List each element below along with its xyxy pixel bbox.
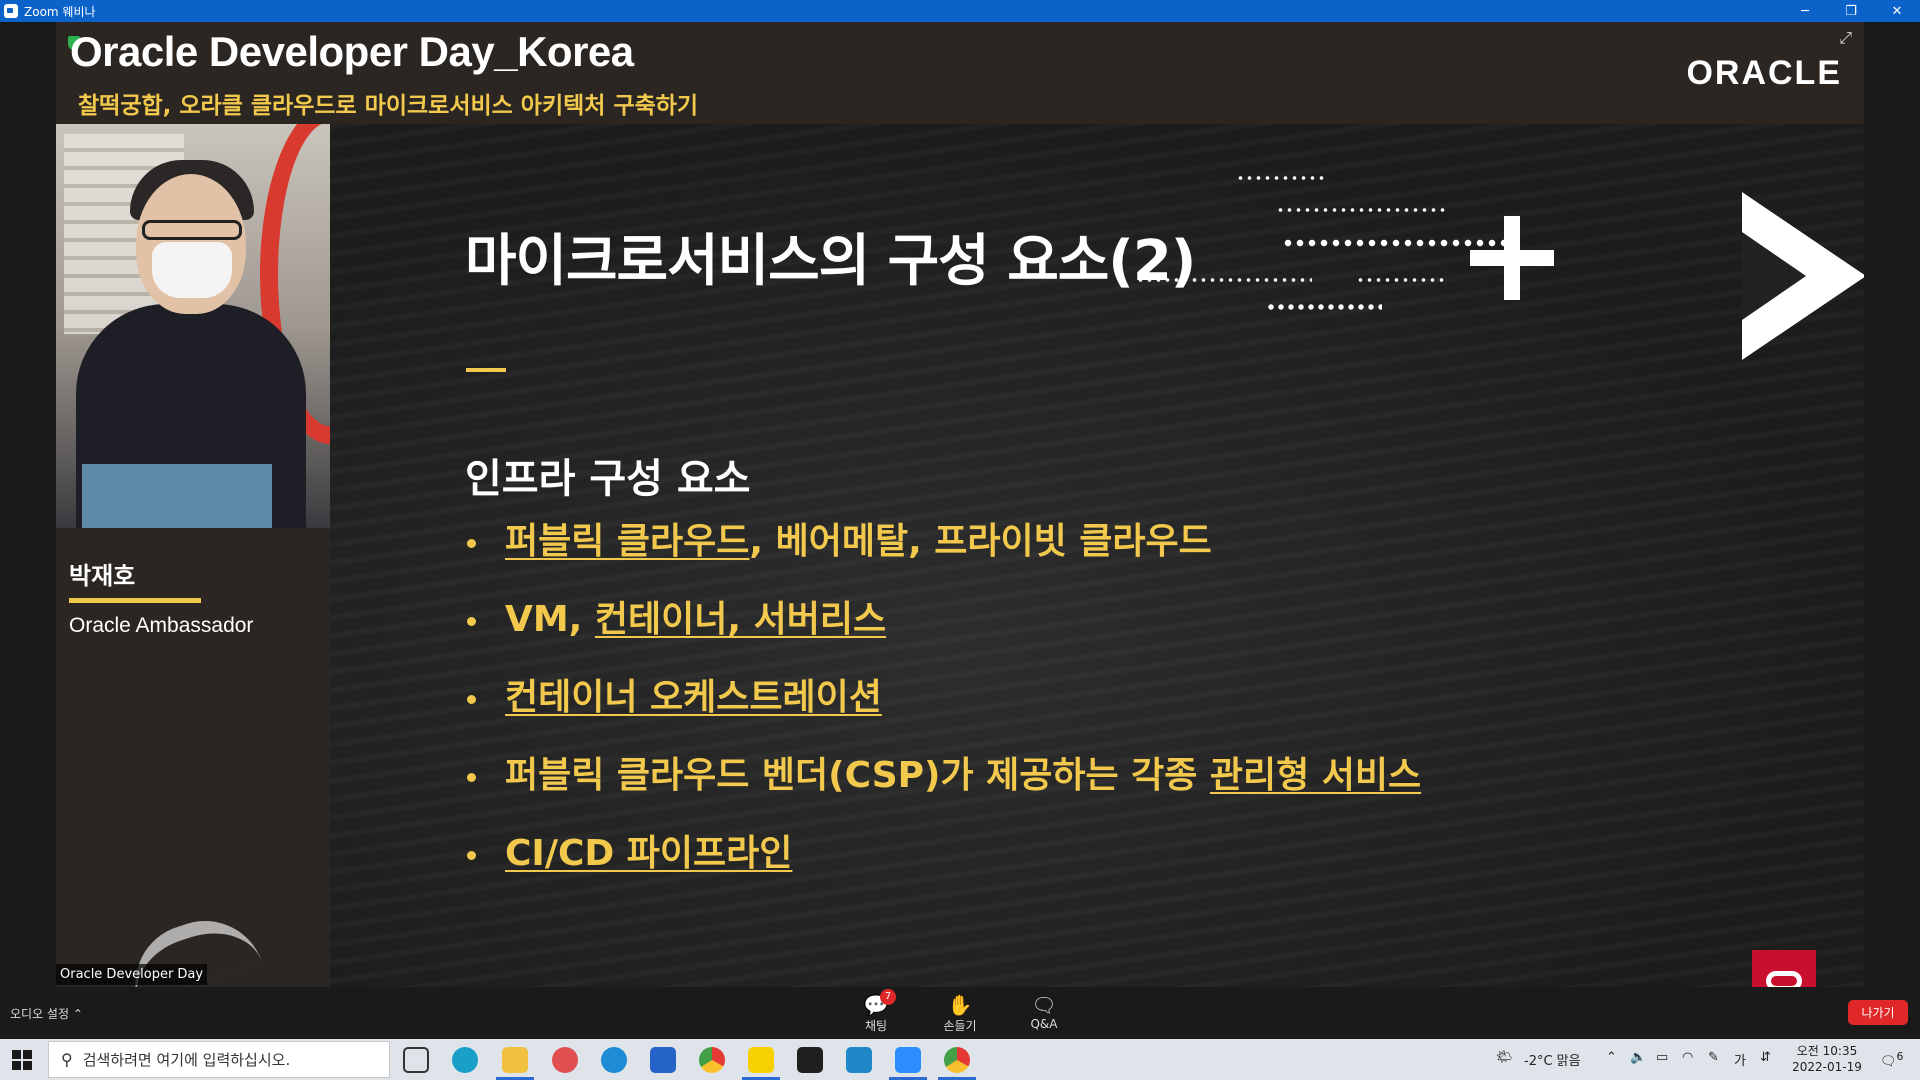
laptop-with-stickers: [82, 464, 272, 528]
display-icon[interactable]: ▭: [1656, 1050, 1668, 1065]
webinar-view: Oracle Developer Day_Korea 찰떡궁합, 오라클 클라우…: [0, 22, 1920, 987]
video-label: Oracle Developer Day: [56, 964, 208, 985]
chat-unread-badge: 7: [880, 989, 896, 1005]
search-placeholder: 검색하려면 여기에 입력하십시오.: [82, 1051, 291, 1069]
slide-title: 마이크로서비스의 구성 요소(2): [465, 229, 1196, 294]
raise-hand-label: 손들기: [943, 1019, 977, 1033]
presentation-slide: 마이크로서비스의 구성 요소(2) 인프라 구성 요소 퍼블릭 클라우드, 베어…: [330, 124, 1864, 987]
taskbar-search[interactable]: ⚲ 검색하려면 여기에 입력하십시오.: [48, 1041, 390, 1078]
bullet-text: , 베어메탈, 프라이빗 클라우드: [749, 521, 1212, 562]
terminal-icon[interactable]: [797, 1047, 823, 1073]
kakaotalk-icon[interactable]: [748, 1047, 774, 1073]
search-icon: ⚲: [61, 1050, 73, 1069]
ime-indicator[interactable]: 가: [1734, 1050, 1746, 1069]
dotted-line-decoration: [1356, 278, 1444, 282]
volume-icon[interactable]: 🔈: [1630, 1050, 1646, 1065]
bullet-text-underlined: CI/CD 파이프라인: [505, 833, 793, 874]
dotted-line-decoration: [1236, 176, 1324, 180]
speaker-video: [56, 124, 330, 528]
qa-icon: 🗨: [1031, 993, 1057, 1017]
dotted-line-decoration: [1136, 278, 1312, 282]
bullet-item: 퍼블릭 클라우드, 베어메탈, 프라이빗 클라우드: [465, 518, 1421, 596]
clock-date: 2022-01-19: [1792, 1060, 1862, 1074]
system-clock[interactable]: 오전 10:35 2022-01-19: [1790, 1043, 1864, 1075]
close-button[interactable]: ✕: [1874, 0, 1920, 22]
bullet-text-underlined: 컨테이너 오케스트레이션: [505, 677, 882, 718]
event-title: Oracle Developer Day_Korea: [70, 28, 634, 75]
restore-button[interactable]: ❐: [1828, 0, 1874, 22]
app-icon-swirl[interactable]: [452, 1047, 478, 1073]
speaker-panel: 박재호 Oracle Ambassador Oracle Developer D…: [56, 124, 330, 987]
task-view-icon[interactable]: [403, 1047, 429, 1073]
audio-settings-button[interactable]: 오디오 설정 ⌃: [10, 1005, 83, 1022]
chat-bubble-icon: 💬: [863, 993, 889, 1017]
tray-chevron-icon[interactable]: ⌃: [1606, 1050, 1617, 1065]
leave-button[interactable]: 나가기: [1848, 1000, 1908, 1025]
bullet-item: 컨테이너 오케스트레이션: [465, 674, 1421, 752]
speaker-mask: [152, 242, 232, 298]
hand-icon: ✋: [947, 993, 973, 1017]
zoom-app-icon: [4, 4, 18, 18]
weather-text[interactable]: -2°C 맑음: [1524, 1050, 1581, 1069]
clock-time: 오전 10:35: [1796, 1044, 1858, 1058]
speaker-name: 박재호: [69, 562, 136, 590]
plus-decoration-icon: [1470, 216, 1554, 300]
meeting-control-bar: 오디오 설정 ⌃ 💬 7 채팅 ✋ 손들기 🗨 Q&A 나가기: [0, 987, 1920, 1039]
window-title-bar: Zoom 웨비나 ─ ❐ ✕: [0, 0, 1920, 22]
network-icon[interactable]: ⇵: [1760, 1050, 1771, 1065]
speaker-glasses: [142, 220, 242, 240]
raise-hand-button[interactable]: ✋ 손들기: [930, 993, 990, 1034]
event-subtitle: 찰떡궁합, 오라클 클라우드로 마이크로서비스 아키텍처 구축하기: [78, 93, 699, 119]
bullet-text-underlined: 퍼블릭 클라우드: [505, 521, 750, 562]
pen-icon[interactable]: ✎: [1708, 1050, 1719, 1065]
zoom-icon[interactable]: [895, 1047, 921, 1073]
notification-count: 6: [1896, 1050, 1904, 1063]
dotted-line-decoration: [1276, 208, 1448, 212]
dotted-line-decoration: [1282, 239, 1524, 247]
minimize-button[interactable]: ─: [1782, 0, 1828, 22]
fullscreen-expand-icon[interactable]: ⤢: [1839, 28, 1852, 48]
bullet-text-underlined: 관리형 서비스: [1209, 755, 1422, 796]
weather-icon[interactable]: 🌤: [1496, 1050, 1513, 1065]
chrome-icon[interactable]: [699, 1047, 725, 1073]
chat-label: 채팅: [864, 1019, 888, 1033]
file-explorer-icon[interactable]: [502, 1047, 528, 1073]
notification-center-icon[interactable]: 🗨6: [1880, 1050, 1903, 1069]
bullet-item: VM, 컨테이너, 서버리스: [465, 596, 1421, 674]
bullet-item: 퍼블릭 클라우드 벤더(CSP)가 제공하는 각종 관리형 서비스: [465, 752, 1421, 830]
bullet-list: 퍼블릭 클라우드, 베어메탈, 프라이빗 클라우드 VM, 컨테이너, 서버리스…: [465, 518, 1421, 908]
sync-app-icon[interactable]: [552, 1047, 578, 1073]
oracle-o-icon: [1766, 971, 1802, 987]
speaker-name-underline: [69, 598, 201, 603]
oracle-logo: ORACLE: [1686, 54, 1842, 92]
bullet-text-underlined: 컨테이너, 서버리스: [594, 599, 887, 640]
messenger-app-icon[interactable]: [846, 1047, 872, 1073]
dotted-line-decoration: [1266, 304, 1382, 310]
bullet-item: CI/CD 파이프라인: [465, 830, 1421, 908]
store-icon[interactable]: [650, 1047, 676, 1073]
title-accent-dash: [466, 368, 506, 372]
chat-button[interactable]: 💬 7 채팅: [846, 989, 906, 1034]
bullet-text: VM,: [505, 599, 595, 640]
windows-start-icon[interactable]: [12, 1050, 32, 1070]
section-title: 인프라 구성 요소: [465, 456, 751, 502]
windows-taskbar: ⚲ 검색하려면 여기에 입력하십시오. 🌤 -2°C 맑음 ⌃ 🔈 ▭ ◠ ✎ …: [0, 1039, 1920, 1080]
shared-stream: Oracle Developer Day_Korea 찰떡궁합, 오라클 클라우…: [56, 22, 1864, 987]
speaker-role: Oracle Ambassador: [69, 614, 254, 637]
edge-browser-icon[interactable]: [601, 1047, 627, 1073]
wifi-icon[interactable]: ◠: [1682, 1050, 1693, 1065]
chevron-cutout: [1742, 232, 1806, 320]
qa-label: Q&A: [1030, 1017, 1058, 1031]
event-header: Oracle Developer Day_Korea 찰떡궁합, 오라클 클라우…: [56, 22, 1864, 124]
qa-button[interactable]: 🗨 Q&A: [1014, 993, 1074, 1031]
window-title: Zoom 웨비나: [24, 4, 96, 19]
oracle-o-logo: [1752, 950, 1816, 987]
bullet-text: 퍼블릭 클라우드 벤더(CSP)가 제공하는 각종: [505, 755, 1210, 796]
chrome-profile-icon[interactable]: [944, 1047, 970, 1073]
